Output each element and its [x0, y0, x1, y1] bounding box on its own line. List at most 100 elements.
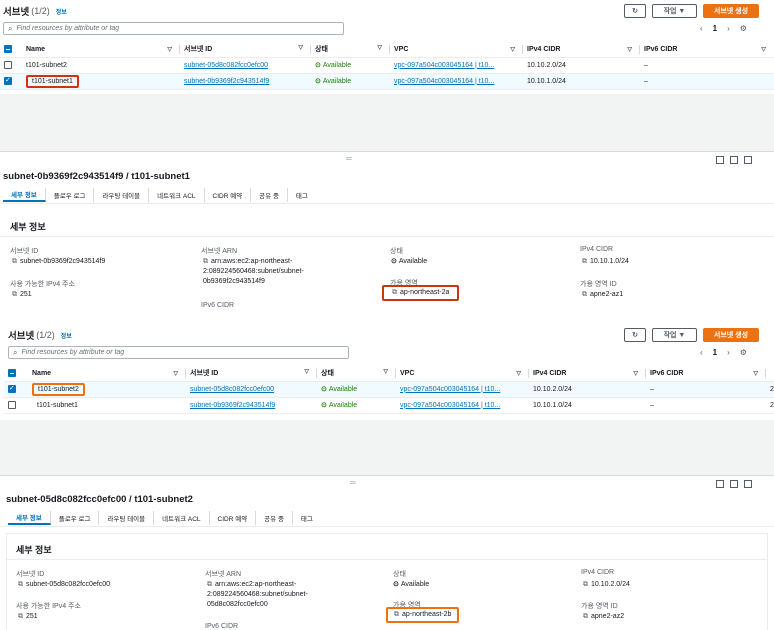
- next-page-icon[interactable]: ›: [727, 24, 730, 33]
- sort-icon: ▽: [377, 45, 382, 52]
- table-header-row: Name ▽ 서브넷 ID ▽ 상태 ▽ VPC ▽ IPv4 CIDR ▽ IPv6 C…: [0, 42, 774, 58]
- column-header-ipv4-cidr[interactable]: IPv4 CIDR ▽: [523, 42, 640, 58]
- row-checkbox[interactable]: [4, 76, 12, 85]
- az-value: ⧉ ap-northeast-2b: [386, 607, 460, 623]
- subnet-id-link[interactable]: subnet-05d8c082fcc0efc00: [184, 62, 268, 69]
- refresh-button[interactable]: ↻: [624, 328, 646, 342]
- search-icon: ⌕: [13, 347, 18, 357]
- az-id-label: 가용 영역 ID: [580, 281, 617, 288]
- subnet-id-link[interactable]: subnet-05d8c082fcc0efc00: [190, 386, 274, 393]
- create-subnet-button[interactable]: 서브넷 생성: [703, 328, 759, 342]
- actions-dropdown[interactable]: 작업 ▼: [652, 328, 697, 342]
- sort-icon: ▽: [383, 369, 388, 376]
- row-checkbox[interactable]: [8, 384, 16, 393]
- select-all-checkbox[interactable]: [4, 45, 12, 54]
- info-link[interactable]: 정보: [56, 7, 67, 16]
- info-link[interactable]: 정보: [61, 331, 72, 340]
- vpc-link[interactable]: vpc-097a504c003045164 | t10...: [400, 386, 500, 393]
- available-ipv4-value: ⧉ 251: [12, 291, 32, 298]
- create-subnet-button[interactable]: 서브넷 생성: [703, 4, 759, 18]
- refresh-button[interactable]: ↻: [624, 4, 646, 18]
- copy-icon: ⧉: [394, 611, 399, 618]
- column-header-state[interactable]: 상태 ▽: [317, 366, 396, 382]
- copy-icon: ⧉: [583, 581, 588, 588]
- vpc-link[interactable]: vpc-097a504c003045164 | t10...: [400, 402, 500, 409]
- split-divider[interactable]: [0, 151, 774, 152]
- column-header-name[interactable]: Name ▽: [22, 42, 180, 58]
- subnet-id-link[interactable]: subnet-0b9369f2c943514f9: [190, 402, 275, 409]
- bottom-table-viewport[interactable]: Name ▽ 서브넷 ID ▽ 상태 ▽ VPC ▽ IPv4 CIDR ▽ IPv6 C…: [0, 366, 774, 416]
- prev-page-icon[interactable]: ‹: [700, 348, 703, 357]
- subnet-id-value: ⧉ subnet-0b9369f2c943514f9: [12, 258, 106, 265]
- page-number[interactable]: 1: [713, 348, 717, 357]
- subnet-id-label: 서브넷 ID: [10, 248, 39, 255]
- az-id-value: ⧉ apne2-az2: [583, 613, 625, 620]
- subnet-table: Name ▽ 서브넷 ID ▽ 상태 ▽ VPC ▽ IPv4 CIDR ▽ IPv6 C…: [4, 366, 774, 414]
- state-label: 상태: [393, 571, 406, 578]
- tab-flow-logs[interactable]: 플로우 로그: [51, 511, 100, 525]
- tab-sharing[interactable]: 공유 중: [251, 188, 288, 202]
- row-checkbox[interactable]: [4, 61, 12, 69]
- table-row[interactable]: t101-subnet2 subnet-05d8c082fcc0efc00 ⊙ A…: [0, 57, 774, 74]
- table-row[interactable]: t101-subnet1 subnet-0b9369f2c943514f9 ⊙ A…: [4, 397, 774, 414]
- next-page-icon[interactable]: ›: [727, 348, 730, 357]
- search-input[interactable]: ⌕ Find resources by attribute or tag: [8, 346, 349, 359]
- copy-icon: ⧉: [18, 581, 23, 588]
- prev-page-icon[interactable]: ‹: [700, 24, 703, 33]
- arn-label: 서브넷 ARN: [205, 571, 242, 578]
- subnet-id-link[interactable]: subnet-0b9369f2c943514f9: [184, 78, 269, 85]
- split-divider[interactable]: [0, 475, 774, 476]
- tab-tags[interactable]: 태그: [293, 511, 321, 525]
- sort-icon: ▽: [516, 370, 521, 377]
- column-header-ipv6-cidr[interactable]: IPv6 CIDR ▽: [646, 366, 766, 382]
- vpc-link[interactable]: vpc-097a504c003045164 | t10...: [394, 78, 494, 85]
- tab-cidr-reservations[interactable]: CIDR 예약: [210, 511, 257, 525]
- column-header-vpc[interactable]: VPC ▽: [390, 42, 523, 58]
- tab-details[interactable]: 세부 정보: [8, 511, 51, 525]
- search-icon: ⌕: [8, 23, 13, 33]
- tab-details[interactable]: 세부 정보: [3, 188, 46, 202]
- column-header-ipv4-cidr[interactable]: IPv4 CIDR ▽: [529, 366, 646, 382]
- available-icon: ⊙: [321, 386, 327, 393]
- tab-network-acl[interactable]: 네트워크 ACL: [154, 511, 210, 525]
- tab-cidr-reservations[interactable]: CIDR 예약: [205, 188, 252, 202]
- available-ipv4-label: 사용 가능한 IPv4 주소: [10, 281, 75, 288]
- detail-tabs: 세부 정보 플로우 로그 라우팅 테이블 네트워크 ACL CIDR 예약 공유…: [8, 511, 321, 525]
- ipv6-cidr-label: IPv6 CIDR: [205, 623, 239, 630]
- settings-icon[interactable]: ⚙: [740, 348, 747, 357]
- tab-network-acl[interactable]: 네트워크 ACL: [149, 188, 205, 202]
- row-checkbox[interactable]: [8, 401, 16, 409]
- tab-tags[interactable]: 태그: [288, 188, 316, 202]
- vpc-link[interactable]: vpc-097a504c003045164 | t10...: [394, 62, 494, 69]
- column-header-state[interactable]: 상태 ▽: [311, 42, 390, 58]
- page-number[interactable]: 1: [713, 24, 717, 33]
- table-row-selected[interactable]: t101-subnet1 subnet-0b9369f2c943514f9 ⊙A…: [0, 73, 774, 90]
- column-header-vpc[interactable]: VPC ▽: [396, 366, 529, 382]
- column-header-ipv6-cidr[interactable]: IPv6 CIDR ▽: [640, 42, 774, 58]
- available-icon: ⊙: [315, 62, 321, 69]
- tab-route-table[interactable]: 라우팅 테이블: [99, 511, 155, 525]
- layout-split-icon[interactable]: [730, 480, 738, 488]
- layout-side-icon[interactable]: [744, 156, 752, 164]
- layout-bottom-icon[interactable]: [716, 480, 724, 488]
- column-header-subnet-id[interactable]: 서브넷 ID ▽: [180, 42, 311, 58]
- sort-icon: ▽: [304, 369, 309, 376]
- tab-flow-logs[interactable]: 플로우 로그: [46, 188, 95, 202]
- layout-split-icon[interactable]: [730, 156, 738, 164]
- select-all-checkbox[interactable]: [8, 369, 16, 378]
- column-header-name[interactable]: Name ▽: [28, 366, 186, 382]
- settings-icon[interactable]: ⚙: [740, 24, 747, 33]
- table-row-selected[interactable]: t101-subnet2 subnet-05d8c082fcc0efc00 ⊙A…: [4, 381, 774, 398]
- highlighted-name: t101-subnet2: [32, 382, 85, 396]
- sort-icon: ▽: [761, 46, 766, 53]
- layout-side-icon[interactable]: [744, 480, 752, 488]
- copy-icon: ⧉: [583, 613, 588, 620]
- layout-bottom-icon[interactable]: [716, 156, 724, 164]
- tab-route-table[interactable]: 라우팅 테이블: [94, 188, 150, 202]
- search-input[interactable]: ⌕ Find resources by attribute or tag: [3, 22, 344, 35]
- column-header-subnet-id[interactable]: 서브넷 ID ▽: [186, 366, 317, 382]
- tab-sharing[interactable]: 공유 중: [256, 511, 293, 525]
- actions-dropdown[interactable]: 작업 ▼: [652, 4, 697, 18]
- drag-handle-icon[interactable]: ═: [346, 154, 352, 163]
- drag-handle-icon[interactable]: ═: [350, 478, 356, 487]
